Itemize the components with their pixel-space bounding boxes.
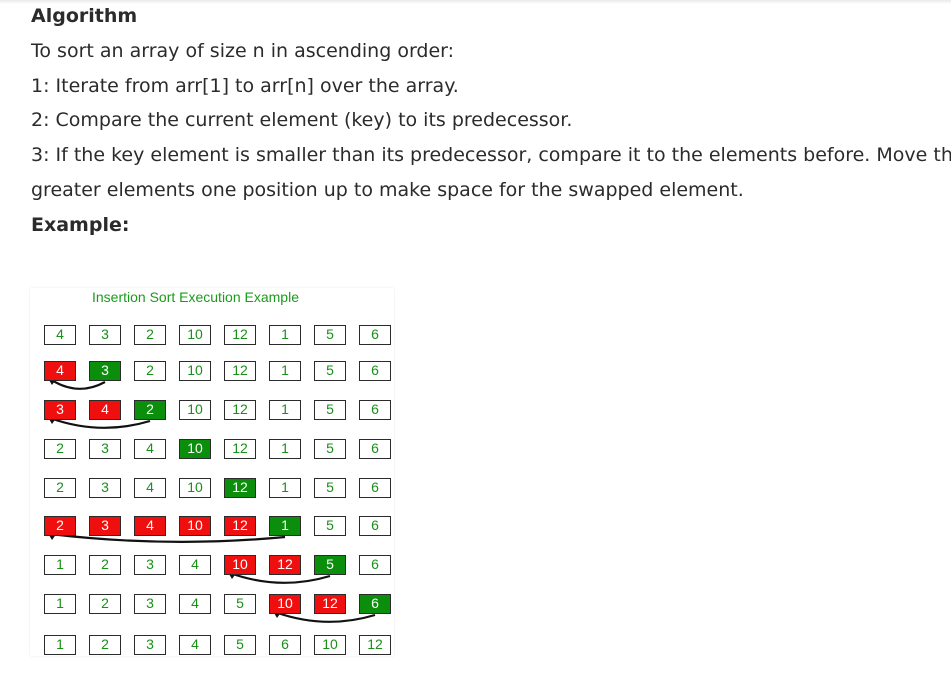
array-cell: 6: [359, 516, 391, 536]
array-cell: 1: [269, 400, 301, 420]
array-cell: 4: [179, 635, 211, 655]
array-cell: 12: [224, 400, 256, 420]
step-3-line: 3: If the key element is smaller than it…: [31, 144, 951, 166]
insertion-sort-diagram: Insertion Sort Execution Example 4 3 2 10 12…: [30, 288, 394, 656]
array-cell: 5: [314, 516, 346, 536]
array-cell: 4: [179, 555, 211, 575]
array-cell: 1: [269, 516, 301, 536]
array-cell: 1: [269, 361, 301, 381]
array-cell: 12: [224, 361, 256, 381]
step-1-line: 1: Iterate from arr[1] to arr[n] over th…: [31, 75, 459, 97]
array-cell: 3: [89, 325, 121, 345]
array-cell: 2: [44, 516, 76, 536]
array-cell: 4: [134, 439, 166, 459]
array-cell: 2: [134, 361, 166, 381]
array-cell: 4: [134, 478, 166, 498]
array-cell: 5: [224, 594, 256, 614]
example-label: Example:: [31, 214, 130, 236]
array-cell: 4: [89, 400, 121, 420]
array-cell: 12: [224, 478, 256, 498]
array-cell: 3: [134, 594, 166, 614]
array-cell: 2: [134, 325, 166, 345]
array-cell: 6: [359, 555, 391, 575]
array-cell: 5: [314, 361, 346, 381]
array-cell: 10: [179, 361, 211, 381]
intro-line: To sort an array of size n in ascending …: [31, 40, 455, 62]
array-cell: 4: [44, 325, 76, 345]
array-cell: 2: [89, 635, 121, 655]
array-cell: 6: [269, 635, 301, 655]
array-cell: 6: [359, 439, 391, 459]
array-cell: 1: [44, 594, 76, 614]
array-cell: 3: [134, 555, 166, 575]
array-cell: 6: [359, 478, 391, 498]
array-cell: 1: [269, 325, 301, 345]
array-cell: 10: [224, 555, 256, 575]
array-cell: 5: [314, 400, 346, 420]
array-cell: 4: [179, 594, 211, 614]
array-cell: 3: [134, 635, 166, 655]
array-cell: 3: [89, 516, 121, 536]
array-cell: 2: [134, 400, 166, 420]
array-cell: 2: [89, 555, 121, 575]
array-cell: 1: [44, 635, 76, 655]
array-cell: 5: [314, 555, 346, 575]
array-cell: 12: [359, 635, 391, 655]
array-cell: 1: [269, 439, 301, 459]
array-cell: 12: [224, 439, 256, 459]
step-3-continuation-line: greater elements one position up to make…: [31, 179, 744, 201]
array-cell: 10: [179, 516, 211, 536]
array-cell: 6: [359, 361, 391, 381]
array-cell: 6: [359, 594, 391, 614]
array-cell: 10: [179, 325, 211, 345]
top-border: [0, 0, 951, 4]
array-cell: 4: [44, 361, 76, 381]
array-cell: 3: [89, 478, 121, 498]
algorithm-heading: Algorithm: [31, 5, 138, 27]
array-cell: 10: [269, 594, 301, 614]
array-cell: 5: [314, 478, 346, 498]
array-cell: 5: [314, 325, 346, 345]
array-cell: 10: [179, 400, 211, 420]
array-cell: 3: [89, 439, 121, 459]
array-cell: 4: [134, 516, 166, 536]
array-cell: 2: [44, 478, 76, 498]
array-cell: 2: [44, 439, 76, 459]
array-cell: 5: [314, 439, 346, 459]
array-cell: 10: [314, 635, 346, 655]
array-cell: 10: [179, 439, 211, 459]
array-cell: 1: [44, 555, 76, 575]
array-cell: 1: [269, 478, 301, 498]
array-cell: 12: [224, 516, 256, 536]
array-cell: 3: [44, 400, 76, 420]
array-cell: 12: [269, 555, 301, 575]
array-cell: 6: [359, 400, 391, 420]
array-cell: 2: [89, 594, 121, 614]
step-2-line: 2: Compare the current element (key) to …: [31, 109, 573, 131]
array-cell: 3: [89, 361, 121, 381]
array-cell: 12: [314, 594, 346, 614]
array-cell: 10: [179, 478, 211, 498]
array-cell: 12: [224, 325, 256, 345]
array-cell: 6: [359, 325, 391, 345]
array-cell: 5: [224, 635, 256, 655]
